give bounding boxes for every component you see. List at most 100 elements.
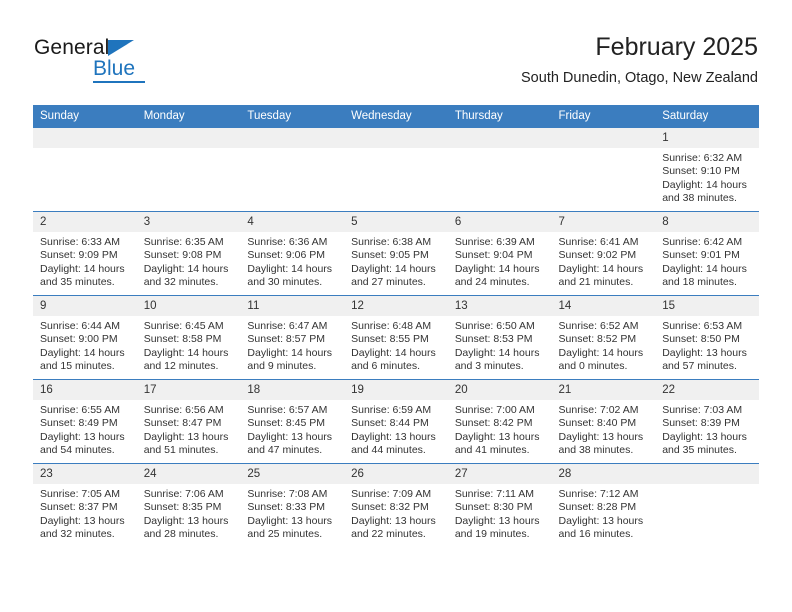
day-details: Sunrise: 6:55 AM Sunset: 8:49 PM Daylight:… [33,400,137,458]
weekday-header-friday: Friday [551,105,656,128]
calendar-day-cell[interactable]: 6 Sunrise: 6:39 AM Sunset: 9:04 PM Daylight… [447,211,552,296]
daylight-text: Daylight: 13 hours and 35 minutes. [662,430,747,457]
day-details: Sunrise: 6:52 AM Sunset: 8:52 PM Daylight:… [552,316,656,374]
calendar-day-cell[interactable]: 27 Sunrise: 7:11 AM Sunset: 8:30 PM Dayligh… [447,463,552,547]
day-number [447,128,552,148]
calendar-day-cell[interactable]: 11 Sunrise: 6:47 AM Sunset: 8:57 PM Dayligh… [240,295,345,380]
calendar-day-cell[interactable]: 12 Sunrise: 6:48 AM Sunset: 8:55 PM Dayligh… [344,295,448,380]
calendar-day-cell[interactable]: 18 Sunrise: 6:57 AM Sunset: 8:45 PM Dayligh… [240,379,345,464]
calendar-day-cell[interactable]: 4 Sunrise: 6:36 AM Sunset: 9:06 PM Daylight… [240,211,345,296]
sunset-text: Sunset: 8:37 PM [40,501,118,514]
sunrise-text: Sunrise: 7:00 AM [454,404,535,416]
day-number: 27 [447,464,552,484]
calendar-grid: Sunday Monday Tuesday Wednesday Thursday… [33,105,759,547]
daylight-text: Daylight: 14 hours and 21 minutes. [558,262,644,289]
calendar-day-cell[interactable]: 22 Sunrise: 7:03 AM Sunset: 8:39 PM Dayligh… [655,379,759,464]
daylight-text: Daylight: 13 hours and 25 minutes. [247,514,333,541]
sunset-text: Sunset: 9:10 PM [662,165,740,178]
day-number: 28 [551,464,656,484]
calendar-cell-empty [447,127,552,212]
day-number [136,128,241,148]
calendar-day-cell[interactable]: 1 Sunrise: 6:32 AM Sunset: 9:10 PM Daylight… [655,127,759,212]
daylight-text: Daylight: 14 hours and 6 minutes. [351,346,436,373]
sunset-text: Sunset: 8:49 PM [40,417,118,430]
calendar-day-cell[interactable]: 3 Sunrise: 6:35 AM Sunset: 9:08 PM Daylight… [136,211,241,296]
day-details: Sunrise: 6:53 AM Sunset: 8:50 PM Daylight:… [655,316,759,374]
calendar-day-cell[interactable]: 28 Sunrise: 7:12 AM Sunset: 8:28 PM Dayligh… [551,463,656,547]
calendar-day-cell[interactable]: 7 Sunrise: 6:41 AM Sunset: 9:02 PM Daylight… [551,211,656,296]
day-number: 25 [240,464,345,484]
calendar-week-row: 9 Sunrise: 6:44 AM Sunset: 9:00 PM Daylight… [33,295,759,380]
sunset-text: Sunset: 8:39 PM [662,417,740,430]
calendar-day-cell[interactable]: 21 Sunrise: 7:02 AM Sunset: 8:40 PM Dayligh… [551,379,656,464]
calendar-day-cell[interactable]: 20 Sunrise: 7:00 AM Sunset: 8:42 PM Dayligh… [447,379,552,464]
general-blue-logo[interactable]: General Blue [34,36,214,92]
day-number: 17 [136,380,241,400]
logo-underline [93,81,145,83]
weekday-header-tuesday: Tuesday [240,105,345,128]
calendar-day-cell[interactable]: 5 Sunrise: 6:38 AM Sunset: 9:05 PM Daylight… [344,211,448,296]
day-details: Sunrise: 6:38 AM Sunset: 9:05 PM Daylight:… [344,232,448,290]
sunset-text: Sunset: 9:06 PM [247,249,326,262]
sunrise-text: Sunrise: 6:47 AM [247,320,328,332]
day-details: Sunrise: 6:42 AM Sunset: 9:01 PM Daylight:… [655,232,759,290]
page-header: General Blue February 2025 South Dunedin… [34,32,758,96]
sunset-text: Sunset: 9:00 PM [40,333,118,346]
calendar-week-row: 1 Sunrise: 6:32 AM Sunset: 9:10 PM Daylight… [33,127,759,212]
sunrise-text: Sunrise: 7:08 AM [247,488,328,500]
sunset-text: Sunset: 8:55 PM [351,333,429,346]
day-number: 2 [33,212,137,232]
daylight-text: Daylight: 14 hours and 15 minutes. [40,346,125,373]
calendar-day-cell[interactable]: 24 Sunrise: 7:06 AM Sunset: 8:35 PM Dayligh… [136,463,241,547]
daylight-text: Daylight: 14 hours and 12 minutes. [143,346,229,373]
day-number: 3 [136,212,241,232]
calendar-day-cell[interactable]: 14 Sunrise: 6:52 AM Sunset: 8:52 PM Dayligh… [551,295,656,380]
sunset-text: Sunset: 8:57 PM [247,333,326,346]
sunset-text: Sunset: 8:44 PM [351,417,429,430]
calendar-day-cell[interactable]: 2 Sunrise: 6:33 AM Sunset: 9:09 PM Daylight… [33,211,137,296]
sunset-text: Sunset: 9:08 PM [143,249,222,262]
sunset-text: Sunset: 9:02 PM [558,249,637,262]
calendar-day-cell[interactable]: 25 Sunrise: 7:08 AM Sunset: 8:33 PM Dayligh… [240,463,345,547]
calendar-day-cell[interactable]: 13 Sunrise: 6:50 AM Sunset: 8:53 PM Dayligh… [447,295,552,380]
sunrise-text: Sunrise: 6:53 AM [662,320,743,332]
weekday-header-row: Sunday Monday Tuesday Wednesday Thursday… [33,105,759,128]
sunrise-text: Sunrise: 6:32 AM [662,152,743,164]
sunrise-text: Sunrise: 7:09 AM [351,488,432,500]
day-details: Sunrise: 6:36 AM Sunset: 9:06 PM Daylight:… [240,232,344,290]
sunrise-text: Sunrise: 6:52 AM [558,320,639,332]
sunrise-text: Sunrise: 7:11 AM [454,488,534,500]
sunrise-text: Sunrise: 6:57 AM [247,404,328,416]
calendar-cell-empty [551,127,656,212]
day-details: Sunrise: 7:08 AM Sunset: 8:33 PM Daylight:… [240,484,344,542]
calendar-day-cell[interactable]: 23 Sunrise: 7:05 AM Sunset: 8:37 PM Dayligh… [33,463,137,547]
daylight-text: Daylight: 13 hours and 41 minutes. [454,430,540,457]
calendar-day-cell[interactable]: 10 Sunrise: 6:45 AM Sunset: 8:58 PM Dayligh… [136,295,241,380]
daylight-text: Daylight: 14 hours and 9 minutes. [247,346,333,373]
calendar-page: General Blue February 2025 South Dunedin… [0,0,792,612]
sunrise-text: Sunrise: 6:38 AM [351,236,432,248]
sunrise-text: Sunrise: 6:33 AM [40,236,120,248]
calendar-day-cell[interactable]: 16 Sunrise: 6:55 AM Sunset: 8:49 PM Dayligh… [33,379,137,464]
daylight-text: Daylight: 13 hours and 54 minutes. [40,430,125,457]
day-details: Sunrise: 6:47 AM Sunset: 8:57 PM Daylight:… [240,316,344,374]
calendar-day-cell[interactable]: 19 Sunrise: 6:59 AM Sunset: 8:44 PM Dayligh… [344,379,448,464]
sunrise-text: Sunrise: 6:35 AM [143,236,224,248]
calendar-day-cell[interactable]: 17 Sunrise: 6:56 AM Sunset: 8:47 PM Dayligh… [136,379,241,464]
calendar-day-cell[interactable]: 26 Sunrise: 7:09 AM Sunset: 8:32 PM Dayligh… [344,463,448,547]
calendar-cell-empty [136,127,241,212]
triangle-icon [108,40,134,56]
day-number: 26 [344,464,448,484]
day-number: 6 [447,212,552,232]
calendar-week-row: 2 Sunrise: 6:33 AM Sunset: 9:09 PM Daylight… [33,211,759,296]
sunset-text: Sunset: 9:09 PM [40,249,118,262]
daylight-text: Daylight: 13 hours and 38 minutes. [558,430,644,457]
calendar-day-cell[interactable]: 9 Sunrise: 6:44 AM Sunset: 9:00 PM Daylight… [33,295,137,380]
sunrise-text: Sunrise: 7:12 AM [558,488,639,500]
calendar-day-cell[interactable]: 8 Sunrise: 6:42 AM Sunset: 9:01 PM Daylight… [655,211,759,296]
sunset-text: Sunset: 9:05 PM [351,249,429,262]
sunset-text: Sunset: 8:52 PM [558,333,637,346]
day-details: Sunrise: 7:12 AM Sunset: 8:28 PM Daylight:… [552,484,656,542]
sunset-text: Sunset: 8:42 PM [454,417,533,430]
calendar-day-cell[interactable]: 15 Sunrise: 6:53 AM Sunset: 8:50 PM Dayligh… [655,295,759,380]
